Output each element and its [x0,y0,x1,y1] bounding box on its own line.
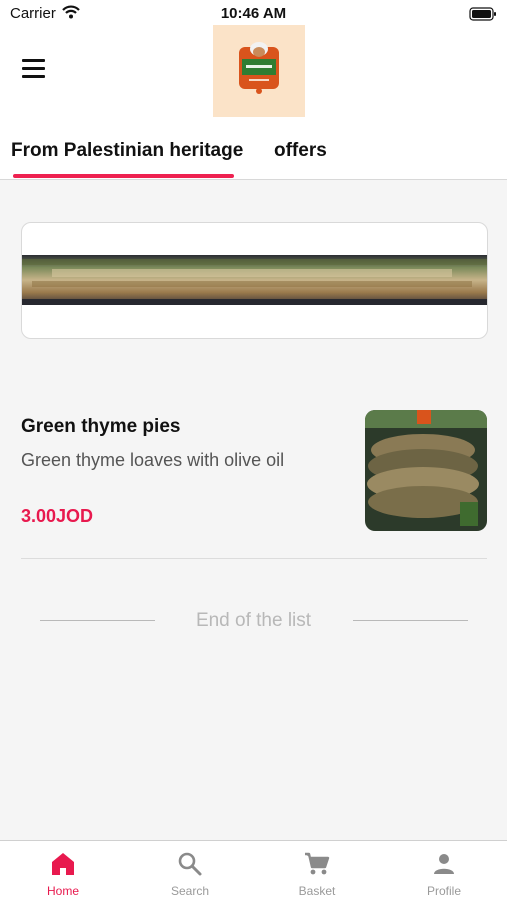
divider [21,558,487,559]
nav-search[interactable]: Search [127,841,253,901]
divider [353,620,468,621]
product-name: Green thyme pies [21,416,181,437]
person-icon [434,854,454,874]
end-of-list: End of the list [0,605,507,635]
menu-icon[interactable] [22,59,48,81]
product-price: 3.00JOD [21,506,94,526]
battery-icon [469,7,497,25]
app-header [0,25,507,118]
cart-icon [305,852,330,875]
nav-home[interactable]: Home [0,841,126,901]
nav-basket-label: Basket [298,884,336,898]
tab-palestinian-heritage[interactable]: From Palestinian heritage [11,140,243,162]
end-of-list-label: End of the list [195,610,312,631]
nav-home-label: Home [46,884,79,898]
nav-profile[interactable]: Profile [381,841,507,901]
promo-banner[interactable] [21,222,488,339]
product-image [365,410,487,531]
restaurant-logo [213,25,305,117]
active-tab-indicator [13,174,234,178]
product-card[interactable]: Green thyme pies Green thyme loaves with… [21,400,487,558]
nav-search-label: Search [170,884,210,898]
tab-offers[interactable]: offers [274,140,327,162]
bottom-navigation: Home Search Basket Profile [0,840,507,901]
home-icon [52,853,74,875]
nav-profile-label: Profile [426,884,461,898]
search-icon [178,852,202,876]
category-tabs: From Palestinian heritage offers [0,118,507,180]
banner-image [22,255,487,305]
status-time: 10:46 AM [220,5,287,22]
product-description: Green thyme loaves with olive oil [21,450,285,470]
nav-basket[interactable]: Basket [254,841,380,901]
status-bar: Carrier 10:46 AM [0,0,507,28]
